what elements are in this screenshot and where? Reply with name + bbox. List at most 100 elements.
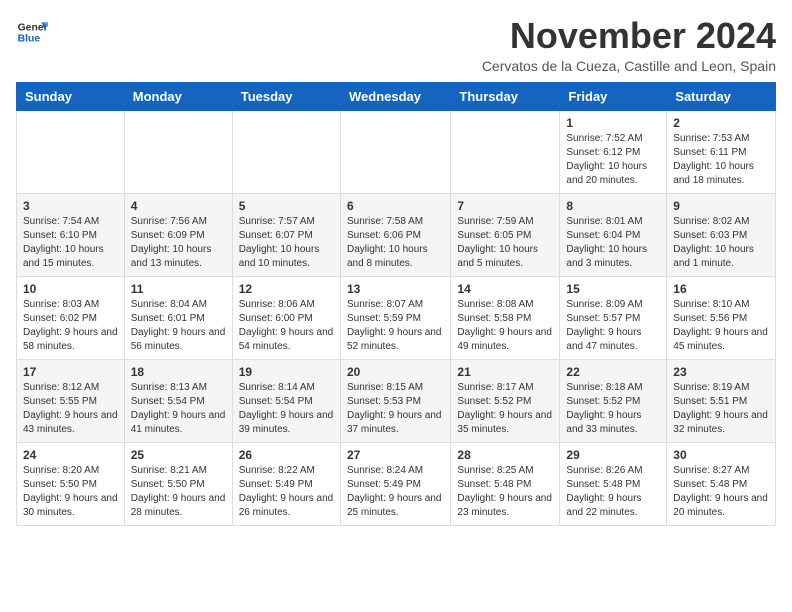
calendar-cell xyxy=(124,110,232,193)
day-number: 6 xyxy=(347,199,444,213)
day-number: 25 xyxy=(131,448,226,462)
day-number: 8 xyxy=(566,199,660,213)
calendar-cell: 24 Sunrise: 8:20 AM Sunset: 5:50 PM Dayli… xyxy=(17,442,125,525)
calendar-week-row: 17 Sunrise: 8:12 AM Sunset: 5:55 PM Dayli… xyxy=(17,359,776,442)
day-info: Sunrise: 8:07 AM Sunset: 5:59 PM Dayligh… xyxy=(347,298,444,354)
calendar-table: SundayMondayTuesdayWednesdayThursdayFrid… xyxy=(16,82,776,526)
day-info: Sunrise: 7:58 AM Sunset: 6:06 PM Dayligh… xyxy=(347,215,444,271)
calendar-cell: 2 Sunrise: 7:53 AM Sunset: 6:11 PM Daylig… xyxy=(667,110,776,193)
day-info: Sunrise: 8:26 AM Sunset: 5:48 PM Dayligh… xyxy=(566,464,660,520)
day-number: 21 xyxy=(457,365,553,379)
calendar-cell: 21 Sunrise: 8:17 AM Sunset: 5:52 PM Dayli… xyxy=(451,359,560,442)
calendar-cell: 12 Sunrise: 8:06 AM Sunset: 6:00 PM Dayli… xyxy=(232,276,340,359)
day-info: Sunrise: 8:21 AM Sunset: 5:50 PM Dayligh… xyxy=(131,464,226,520)
day-number: 16 xyxy=(673,282,769,296)
day-number: 19 xyxy=(239,365,334,379)
weekday-header: Saturday xyxy=(667,82,776,110)
day-info: Sunrise: 8:25 AM Sunset: 5:48 PM Dayligh… xyxy=(457,464,553,520)
day-number: 30 xyxy=(673,448,769,462)
calendar-week-row: 10Sunrise: 8:03 AM Sunset: 6:02 PM Dayli… xyxy=(17,276,776,359)
calendar-week-row: 24 Sunrise: 8:20 AM Sunset: 5:50 PM Dayli… xyxy=(17,442,776,525)
day-number: 9 xyxy=(673,199,769,213)
calendar-cell: 7 Sunrise: 7:59 AM Sunset: 6:05 PM Daylig… xyxy=(451,193,560,276)
day-info: Sunrise: 8:13 AM Sunset: 5:54 PM Dayligh… xyxy=(131,381,226,437)
calendar-cell: 4Sunrise: 7:56 AM Sunset: 6:09 PM Daylig… xyxy=(124,193,232,276)
weekday-header: Monday xyxy=(124,82,232,110)
day-number: 7 xyxy=(457,199,553,213)
day-number: 14 xyxy=(457,282,553,296)
day-info: Sunrise: 8:24 AM Sunset: 5:49 PM Dayligh… xyxy=(347,464,444,520)
calendar-cell xyxy=(340,110,450,193)
day-number: 24 xyxy=(23,448,118,462)
day-info: Sunrise: 8:19 AM Sunset: 5:51 PM Dayligh… xyxy=(673,381,769,437)
weekday-header: Friday xyxy=(560,82,667,110)
calendar-cell: 5 Sunrise: 7:57 AM Sunset: 6:07 PM Daylig… xyxy=(232,193,340,276)
calendar-week-row: 3 Sunrise: 7:54 AM Sunset: 6:10 PM Daylig… xyxy=(17,193,776,276)
calendar-cell: 20 Sunrise: 8:15 AM Sunset: 5:53 PM Dayli… xyxy=(340,359,450,442)
day-info: Sunrise: 8:08 AM Sunset: 5:58 PM Dayligh… xyxy=(457,298,553,354)
day-number: 13 xyxy=(347,282,444,296)
day-info: Sunrise: 8:18 AM Sunset: 5:52 PM Dayligh… xyxy=(566,381,660,437)
calendar-cell: 23 Sunrise: 8:19 AM Sunset: 5:51 PM Dayli… xyxy=(667,359,776,442)
calendar-cell: 25 Sunrise: 8:21 AM Sunset: 5:50 PM Dayli… xyxy=(124,442,232,525)
calendar-cell: 6 Sunrise: 7:58 AM Sunset: 6:06 PM Daylig… xyxy=(340,193,450,276)
day-number: 12 xyxy=(239,282,334,296)
calendar-cell: 10Sunrise: 8:03 AM Sunset: 6:02 PM Dayli… xyxy=(17,276,125,359)
calendar-cell: 1 Sunrise: 7:52 AM Sunset: 6:12 PM Daylig… xyxy=(560,110,667,193)
day-info: Sunrise: 8:04 AM Sunset: 6:01 PM Dayligh… xyxy=(131,298,226,354)
calendar-cell xyxy=(232,110,340,193)
day-number: 28 xyxy=(457,448,553,462)
day-info: Sunrise: 8:09 AM Sunset: 5:57 PM Dayligh… xyxy=(566,298,660,354)
day-info: Sunrise: 7:52 AM Sunset: 6:12 PM Dayligh… xyxy=(566,132,660,188)
calendar-cell: 19 Sunrise: 8:14 AM Sunset: 5:54 PM Dayli… xyxy=(232,359,340,442)
day-info: Sunrise: 8:01 AM Sunset: 6:04 PM Dayligh… xyxy=(566,215,660,271)
calendar-cell: 29 Sunrise: 8:26 AM Sunset: 5:48 PM Dayli… xyxy=(560,442,667,525)
weekday-header: Tuesday xyxy=(232,82,340,110)
calendar-cell: 22Sunrise: 8:18 AM Sunset: 5:52 PM Dayli… xyxy=(560,359,667,442)
calendar-cell: 9 Sunrise: 8:02 AM Sunset: 6:03 PM Daylig… xyxy=(667,193,776,276)
title-block: November 2024 Cervatos de la Cueza, Cast… xyxy=(482,16,776,74)
day-number: 17 xyxy=(23,365,118,379)
month-title: November 2024 xyxy=(482,16,776,56)
day-info: Sunrise: 8:17 AM Sunset: 5:52 PM Dayligh… xyxy=(457,381,553,437)
day-info: Sunrise: 8:12 AM Sunset: 5:55 PM Dayligh… xyxy=(23,381,118,437)
calendar-cell: 26Sunrise: 8:22 AM Sunset: 5:49 PM Dayli… xyxy=(232,442,340,525)
day-info: Sunrise: 8:14 AM Sunset: 5:54 PM Dayligh… xyxy=(239,381,334,437)
location: Cervatos de la Cueza, Castille and Leon,… xyxy=(482,58,776,74)
day-info: Sunrise: 8:03 AM Sunset: 6:02 PM Dayligh… xyxy=(23,298,118,354)
day-number: 27 xyxy=(347,448,444,462)
day-info: Sunrise: 7:56 AM Sunset: 6:09 PM Dayligh… xyxy=(131,215,226,271)
calendar-cell: 18 Sunrise: 8:13 AM Sunset: 5:54 PM Dayli… xyxy=(124,359,232,442)
weekday-header: Thursday xyxy=(451,82,560,110)
day-info: Sunrise: 8:20 AM Sunset: 5:50 PM Dayligh… xyxy=(23,464,118,520)
logo-icon: General Blue xyxy=(16,16,48,48)
day-info: Sunrise: 8:06 AM Sunset: 6:00 PM Dayligh… xyxy=(239,298,334,354)
calendar-cell xyxy=(451,110,560,193)
day-number: 15 xyxy=(566,282,660,296)
day-info: Sunrise: 7:57 AM Sunset: 6:07 PM Dayligh… xyxy=(239,215,334,271)
day-number: 29 xyxy=(566,448,660,462)
day-number: 3 xyxy=(23,199,118,213)
day-info: Sunrise: 8:27 AM Sunset: 5:48 PM Dayligh… xyxy=(673,464,769,520)
day-info: Sunrise: 7:53 AM Sunset: 6:11 PM Dayligh… xyxy=(673,132,769,188)
day-number: 23 xyxy=(673,365,769,379)
day-number: 11 xyxy=(131,282,226,296)
day-info: Sunrise: 7:54 AM Sunset: 6:10 PM Dayligh… xyxy=(23,215,118,271)
svg-text:Blue: Blue xyxy=(18,34,41,45)
weekday-header: Sunday xyxy=(17,82,125,110)
day-info: Sunrise: 8:15 AM Sunset: 5:53 PM Dayligh… xyxy=(347,381,444,437)
calendar-cell: 17 Sunrise: 8:12 AM Sunset: 5:55 PM Dayli… xyxy=(17,359,125,442)
day-info: Sunrise: 7:59 AM Sunset: 6:05 PM Dayligh… xyxy=(457,215,553,271)
day-number: 18 xyxy=(131,365,226,379)
calendar-cell: 8 Sunrise: 8:01 AM Sunset: 6:04 PM Daylig… xyxy=(560,193,667,276)
day-info: Sunrise: 8:02 AM Sunset: 6:03 PM Dayligh… xyxy=(673,215,769,271)
weekday-header-row: SundayMondayTuesdayWednesdayThursdayFrid… xyxy=(17,82,776,110)
calendar-cell: 3 Sunrise: 7:54 AM Sunset: 6:10 PM Daylig… xyxy=(17,193,125,276)
calendar-cell: 13 Sunrise: 8:07 AM Sunset: 5:59 PM Dayli… xyxy=(340,276,450,359)
logo: General Blue xyxy=(16,16,48,48)
day-number: 20 xyxy=(347,365,444,379)
calendar-cell: 27 Sunrise: 8:24 AM Sunset: 5:49 PM Dayli… xyxy=(340,442,450,525)
day-number: 2 xyxy=(673,116,769,130)
day-number: 5 xyxy=(239,199,334,213)
day-number: 1 xyxy=(566,116,660,130)
